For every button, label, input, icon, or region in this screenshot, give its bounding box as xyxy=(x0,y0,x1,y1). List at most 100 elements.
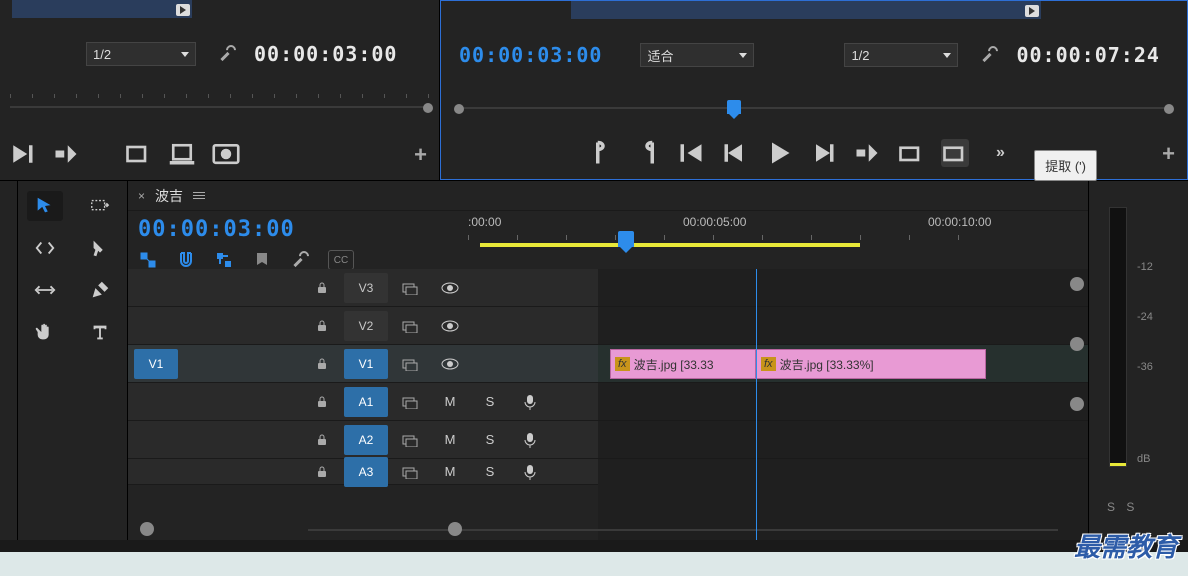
toggle-v1-output-icon[interactable] xyxy=(430,358,470,370)
source-scrubber[interactable] xyxy=(10,94,429,114)
snap-magnet-icon[interactable] xyxy=(176,250,196,270)
slip-tool[interactable] xyxy=(27,275,63,305)
scrub-start-handle[interactable] xyxy=(454,104,464,114)
sync-lock-v1-icon[interactable] xyxy=(390,357,430,371)
type-tool[interactable] xyxy=(82,317,118,347)
lock-v3-icon[interactable] xyxy=(302,281,342,295)
sequence-name: 波吉 xyxy=(155,186,183,206)
voice-a3-icon[interactable] xyxy=(510,464,550,480)
lift-button[interactable] xyxy=(897,139,925,167)
track-v2-label[interactable]: V2 xyxy=(344,311,388,341)
program-duration[interactable]: 00:00:07:24 xyxy=(1016,43,1159,67)
more-button[interactable]: » xyxy=(985,139,1013,167)
track-a3-label[interactable]: A3 xyxy=(344,457,388,487)
track-v1-label[interactable]: V1 xyxy=(344,349,388,379)
wrench-icon[interactable] xyxy=(218,45,236,63)
settings-wrench-icon[interactable] xyxy=(290,250,310,270)
timeline-playhead-tc[interactable]: 00:00:03:00 xyxy=(138,217,468,242)
zoom-right-handle[interactable] xyxy=(448,522,462,536)
vscroll-handle-a[interactable] xyxy=(1070,397,1084,411)
mute-a1-button[interactable]: M xyxy=(430,394,470,409)
program-playhead[interactable] xyxy=(727,100,741,114)
playhead-line[interactable] xyxy=(756,269,757,540)
hand-tool[interactable] xyxy=(27,317,63,347)
source-zoom-dropdown[interactable]: 1/2 xyxy=(86,42,196,66)
os-taskbar-strip xyxy=(0,552,1188,576)
selection-tool[interactable] xyxy=(27,191,63,221)
lock-a1-icon[interactable] xyxy=(302,395,342,409)
timeline-clips-area[interactable]: fx 波吉.jpg [33.33 fx 波吉.jpg [33.33%] xyxy=(598,269,1088,540)
play-button[interactable] xyxy=(765,139,793,167)
sync-lock-a1-icon[interactable] xyxy=(390,395,430,409)
timeline-playhead[interactable] xyxy=(618,231,634,247)
track-a2-label[interactable]: A2 xyxy=(344,425,388,455)
lock-v2-icon[interactable] xyxy=(302,319,342,333)
clip-2-label: 波吉.jpg [33.33%] xyxy=(780,356,874,373)
razor-tool[interactable] xyxy=(82,233,118,263)
clip-1[interactable]: fx 波吉.jpg [33.33 xyxy=(610,349,756,379)
mark-in-button[interactable] xyxy=(124,140,152,168)
scrub-handle[interactable] xyxy=(423,103,433,113)
insert-button[interactable] xyxy=(52,140,80,168)
lock-a3-icon[interactable] xyxy=(302,465,342,479)
step-forward-button[interactable] xyxy=(809,139,837,167)
mark-out-button[interactable] xyxy=(633,139,661,167)
toggle-v3-output-icon[interactable] xyxy=(430,282,470,294)
wrench-icon[interactable] xyxy=(980,46,998,64)
lock-a2-icon[interactable] xyxy=(302,433,342,447)
track-select-tool[interactable] xyxy=(82,191,118,221)
solo-a2-button[interactable]: S xyxy=(470,432,510,447)
source-timecode[interactable]: 00:00:03:00 xyxy=(254,42,397,66)
program-scrubber[interactable] xyxy=(459,95,1169,115)
mark-out-button[interactable] xyxy=(168,140,196,168)
sequence-tab[interactable]: × 波吉 xyxy=(128,181,1088,211)
source-v1-target[interactable]: V1 xyxy=(134,349,178,379)
track-a1-label[interactable]: A1 xyxy=(344,387,388,417)
export-frame-button[interactable] xyxy=(212,140,240,168)
work-area-bar[interactable] xyxy=(480,243,860,247)
sync-lock-a2-icon[interactable] xyxy=(390,433,430,447)
add-button[interactable]: + xyxy=(414,142,427,168)
sync-lock-v3-icon[interactable] xyxy=(390,281,430,295)
clip-2[interactable]: fx 波吉.jpg [33.33%] xyxy=(756,349,986,379)
voice-a1-icon[interactable] xyxy=(510,394,550,410)
solo-a3-button[interactable]: S xyxy=(470,464,510,479)
program-zoom-dropdown[interactable]: 1/2 xyxy=(844,43,958,67)
solo-indicators[interactable]: S S xyxy=(1107,500,1138,514)
track-v3-label[interactable]: V3 xyxy=(344,273,388,303)
program-in-timecode[interactable]: 00:00:03:00 xyxy=(459,43,602,67)
mute-a3-button[interactable]: M xyxy=(430,464,470,479)
timeline-ruler[interactable]: :00:00 00:00:05:00 00:00:10:00 xyxy=(468,211,1088,269)
solo-a1-button[interactable]: S xyxy=(470,394,510,409)
sync-lock-v2-icon[interactable] xyxy=(390,319,430,333)
go-to-in-button[interactable] xyxy=(677,139,705,167)
marker-icon[interactable] xyxy=(252,250,272,270)
play-in-out-button[interactable] xyxy=(8,140,36,168)
tab-menu-icon[interactable] xyxy=(193,192,205,199)
fit-dropdown[interactable]: 适合 xyxy=(640,43,754,67)
step-back-button[interactable] xyxy=(721,139,749,167)
toggle-v2-output-icon[interactable] xyxy=(430,320,470,332)
source-zoom-value: 1/2 xyxy=(93,47,111,62)
close-tab-icon[interactable]: × xyxy=(138,189,145,203)
project-panel-strip[interactable] xyxy=(0,181,18,540)
mute-a2-button[interactable]: M xyxy=(430,432,470,447)
lock-v1-icon[interactable] xyxy=(302,357,342,371)
vscroll-handle-v[interactable] xyxy=(1070,337,1084,351)
extract-button[interactable] xyxy=(941,139,969,167)
sync-lock-a3-icon[interactable] xyxy=(390,465,430,479)
mark-in-button[interactable] xyxy=(589,139,617,167)
zoom-left-handle[interactable] xyxy=(140,522,154,536)
snap-nested-icon[interactable] xyxy=(138,250,158,270)
vscroll-top-handle[interactable] xyxy=(1070,277,1084,291)
audio-meter[interactable] xyxy=(1109,207,1127,467)
pen-tool[interactable] xyxy=(82,275,118,305)
cc-icon[interactable]: CC xyxy=(328,250,354,270)
timeline-zoom-scrollbar[interactable] xyxy=(308,526,1058,534)
ripple-edit-tool[interactable] xyxy=(27,233,63,263)
linked-selection-icon[interactable] xyxy=(214,250,234,270)
voice-a2-icon[interactable] xyxy=(510,432,550,448)
add-button[interactable]: + xyxy=(1162,141,1175,167)
scrub-end-handle[interactable] xyxy=(1164,104,1174,114)
go-to-out-button[interactable] xyxy=(853,139,881,167)
